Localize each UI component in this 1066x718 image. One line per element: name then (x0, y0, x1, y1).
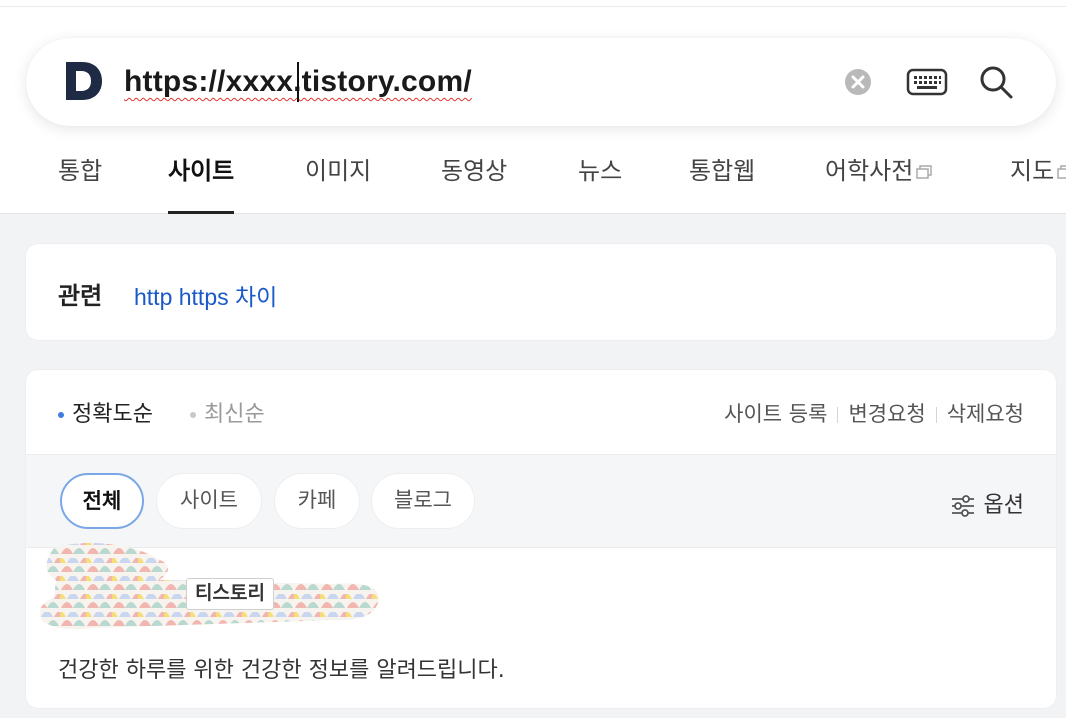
external-link-icon (916, 165, 933, 179)
sort-latest-label: 최신순 (204, 402, 265, 427)
options-button[interactable]: 옵션 (950, 487, 1024, 519)
active-dot-icon (58, 412, 64, 418)
search-header: https://xxxx.tistory.com/ 통합 사이트 이미지 동영상… (0, 0, 1066, 214)
filter-cafe[interactable]: 카페 (274, 473, 360, 529)
tab-dictionary[interactable]: 어학사전 (825, 150, 933, 214)
tab-news[interactable]: 뉴스 (578, 150, 622, 214)
options-label: 옵션 (983, 493, 1024, 518)
result-description: 건강한 하루를 위한 건강한 정보를 알려드립니다. (58, 658, 505, 683)
tab-image[interactable]: 이미지 (305, 150, 371, 214)
filter-all[interactable]: 전체 (60, 473, 144, 529)
tab-dictionary-label: 어학사전 (825, 157, 914, 185)
tab-integrated[interactable]: 통합 (58, 150, 102, 214)
source-badge: 티스토리 (186, 578, 274, 610)
related-label: 관련 (58, 282, 103, 310)
delete-request-link[interactable]: 삭제요청 (947, 402, 1024, 426)
tab-map[interactable]: 지도 (1010, 150, 1066, 214)
text-caret (297, 62, 299, 102)
tab-integrated-web[interactable]: 통합웹 (689, 150, 755, 214)
clear-icon[interactable] (844, 68, 872, 96)
filter-bar: 전체 사이트 카페 블로그 옵션 (26, 454, 1056, 548)
related-search-link[interactable]: http https 차이 (134, 278, 277, 312)
filter-blog[interactable]: 블로그 (371, 473, 475, 529)
site-results-card: 정확도순 최신순 사이트 등록 변경요청 삭제요청 전체 사이트 카페 블로그 옵션 (26, 370, 1056, 708)
site-actions: 사이트 등록 변경요청 삭제요청 (724, 398, 1024, 428)
search-bar[interactable]: https://xxxx.tistory.com/ (26, 38, 1056, 126)
d-logo-icon[interactable] (64, 58, 104, 104)
tab-site[interactable]: 사이트 (168, 150, 235, 214)
search-tabs: 통합 사이트 이미지 동영상 뉴스 통합웹 어학사전 지도 (0, 150, 1066, 214)
sort-accuracy-label: 정확도순 (72, 402, 153, 427)
top-divider (0, 6, 1066, 7)
sort-bar: 정확도순 최신순 사이트 등록 변경요청 삭제요청 (26, 370, 1056, 454)
sort-accuracy[interactable]: 정확도순 (58, 396, 153, 428)
result-item[interactable]: 티스토리 건강한 하루를 위한 건강한 정보를 알려드립니다. (26, 542, 1056, 708)
inactive-dot-icon (190, 412, 196, 418)
sort-latest[interactable]: 최신순 (190, 396, 265, 428)
external-link-icon (1057, 165, 1066, 179)
filter-site[interactable]: 사이트 (156, 473, 262, 529)
tab-map-label: 지도 (1010, 157, 1055, 185)
keyboard-icon[interactable] (906, 68, 948, 96)
sliders-icon (951, 495, 974, 517)
search-icon[interactable] (978, 64, 1014, 100)
divider (935, 407, 937, 423)
divider (837, 407, 839, 423)
change-request-link[interactable]: 변경요청 (848, 402, 925, 426)
related-searches-card: 관련 http https 차이 (26, 244, 1056, 340)
tab-video[interactable]: 동영상 (441, 150, 507, 214)
site-register-link[interactable]: 사이트 등록 (724, 402, 827, 426)
